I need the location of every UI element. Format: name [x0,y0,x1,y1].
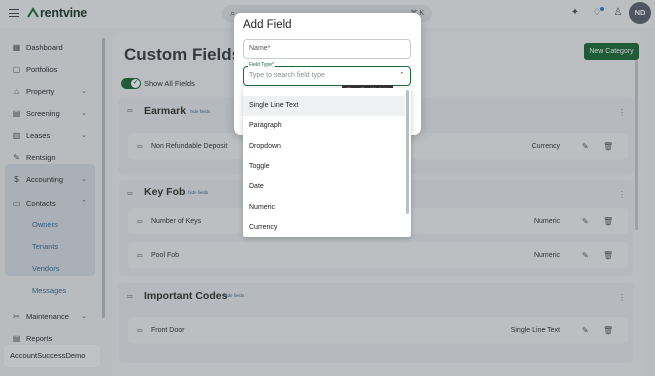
option-numeric[interactable]: Numeric [243,198,405,218]
modal-title: Add Field [243,19,292,31]
field-type-placeholder: Type to search field type [249,72,325,79]
option-toggle[interactable]: Toggle [243,157,405,177]
dropdown-scrollbar[interactable] [406,90,409,214]
option-paragraph[interactable]: Paragraph [243,116,405,136]
chevron-up-icon[interactable]: ⌃ [399,71,405,79]
option-date[interactable]: Date [243,177,405,197]
field-type-label: Field Type* [248,62,275,68]
option-dropdown[interactable]: Dropdown [243,137,405,157]
option-currency[interactable]: Currency [243,218,405,237]
option-single-line-text[interactable]: Single Line Text [243,96,405,116]
field-type-dropdown: Single Line Text Paragraph Dropdown Togg… [243,88,411,237]
name-field-label: Name* [249,45,271,52]
